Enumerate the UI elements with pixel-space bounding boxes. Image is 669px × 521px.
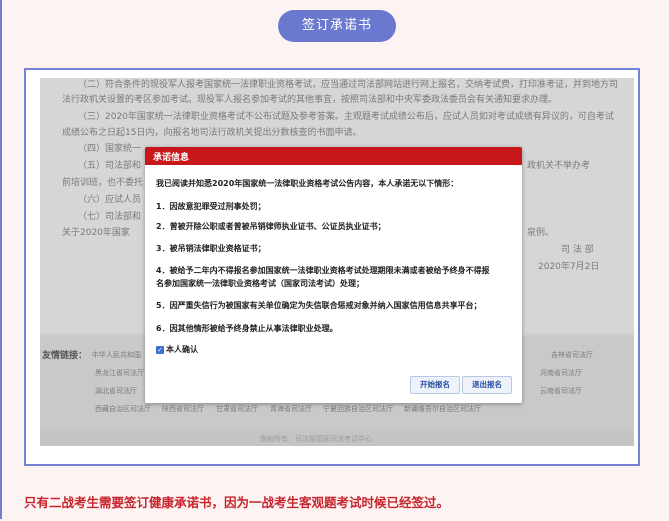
doc-line: （七）司法部和 — [78, 212, 142, 222]
friend-link[interactable]: 青海省司法厅 — [270, 404, 312, 414]
friend-link[interactable]: 新疆维吾尔自治区司法厅 — [404, 404, 481, 414]
friend-link[interactable]: 吉林省司法厅 — [551, 350, 593, 360]
commitment-item: 4．被给予二年内不得报名参加国家统一法律职业资格考试处理期限未满或者被给予终身不… — [156, 266, 490, 275]
friend-link[interactable]: 黑龙江省司法厅 — [95, 368, 144, 378]
doc-date: 2020年7月2日 — [538, 262, 600, 272]
commitment-item: 2．曾被开除公职或者曾被吊销律师执业证书、公证员执业证书； — [156, 222, 386, 231]
doc-line: 关于2020年国家 — [62, 228, 130, 238]
doc-line: 成绩公布之日起15日内，向报名地司法行政机关提出分数核查的书面申请。 — [62, 128, 362, 138]
doc-fragment: 政机关不举办考 — [527, 161, 591, 171]
site-footer: 版权所有：司法部国家司法考试中心 — [40, 431, 634, 446]
friend-link[interactable]: 西藏自治区司法厅 — [95, 404, 151, 414]
doc-line: 法行政机关设置的考区参加考试。现役军人报名参加考试的其他事宜，按照司法部和中央军… — [62, 95, 558, 105]
doc-signature: 司 法 部 — [561, 245, 594, 255]
commitment-item-continued: 名参加国家统一法律职业资格考试（国家司法考试）处理； — [156, 279, 364, 288]
exit-registration-button[interactable]: 退出报名 — [462, 376, 512, 394]
confirm-checkbox-row[interactable]: ✓ 本人确认 — [156, 344, 198, 355]
doc-fragment: 泉例。 — [527, 228, 555, 238]
friend-link[interactable]: 河南省司法厅 — [540, 368, 582, 378]
friend-link[interactable]: 湖北省司法厅 — [95, 386, 137, 396]
dialog-header: 承诺信息 — [145, 147, 522, 165]
friend-link[interactable]: 甘肃省司法厅 — [216, 404, 258, 414]
doc-line: （五）司法部和 — [78, 161, 142, 171]
confirm-label: 本人确认 — [166, 345, 198, 354]
commitment-item: 5．因严重失信行为被国家有关单位确定为失信联合惩戒对象并纳入国家信用信息共享平台… — [156, 301, 482, 310]
start-registration-button[interactable]: 开始报名 — [410, 376, 460, 394]
commitment-dialog: 承诺信息 我已阅读并知悉2020年国家统一法律职业资格考试公告内容，本人承诺无以… — [145, 147, 522, 403]
section-title-pill: 签订承诺书 — [278, 10, 396, 42]
commitment-item: 6．因其他情形被给予终身禁止从事法律职业处理。 — [156, 324, 338, 333]
dialog-title: 承诺信息 — [153, 153, 190, 163]
doc-line: （二）符合条件的现役军人报考国家统一法律职业资格考试，应当通过司法部网站进行网上… — [78, 80, 619, 90]
friend-link[interactable]: 宁夏回族自治区司法厅 — [323, 404, 393, 414]
commitment-item: 1．因故意犯罪受过刑事处罚； — [156, 202, 266, 211]
doc-line: （三）2020年国家统一法律职业资格考试不公布试题及参考答案。主观题考试成绩公布… — [78, 112, 614, 122]
friend-links-title: 友情链接： — [42, 351, 88, 361]
doc-line: （四）国家统一 — [78, 144, 142, 154]
dialog-intro: 我已阅读并知悉2020年国家统一法律职业资格考试公告内容，本人承诺无以下情形： — [156, 179, 459, 188]
friend-link[interactable]: 中华人民共和国 — [92, 350, 141, 360]
commitment-item: 3．被吊销法律职业资格证书； — [156, 244, 266, 253]
caption-note: 只有二战考生需要签订健康承诺书，因为一战考生客观题考试时候已经签过。 — [24, 495, 450, 510]
friend-link[interactable]: 云南省司法厅 — [540, 386, 582, 396]
friend-link[interactable]: 陕西省司法厅 — [162, 404, 204, 414]
checkbox-checked-icon[interactable]: ✓ — [156, 345, 164, 354]
doc-line: 前培训班，也不委托 — [62, 178, 144, 188]
copyright-text: 版权所有：司法部国家司法考试中心 — [260, 435, 372, 443]
doc-line: （六）应试人员 — [78, 195, 142, 205]
